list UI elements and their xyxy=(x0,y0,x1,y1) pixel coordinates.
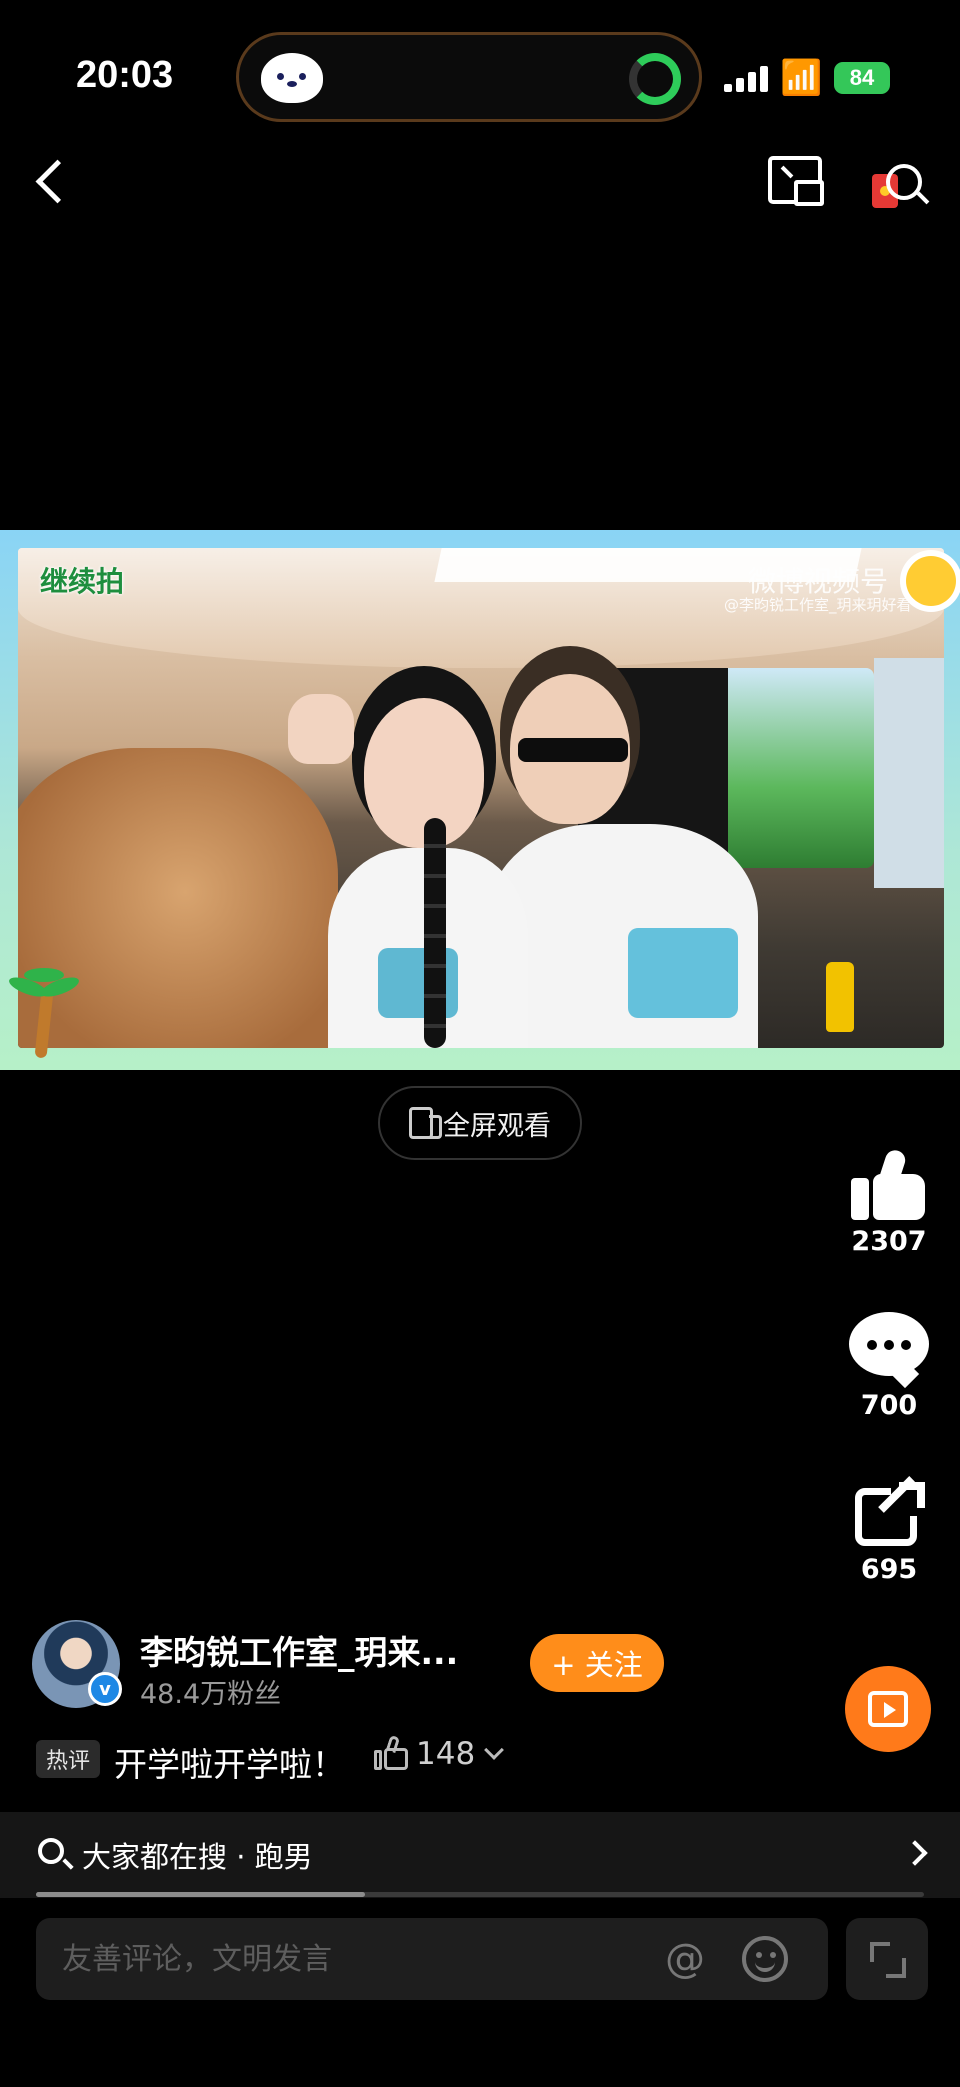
follow-button[interactable]: + 关注 xyxy=(530,1634,664,1692)
share-icon xyxy=(851,1476,927,1548)
trending-search-bar[interactable]: 大家都在搜 · 跑男 xyxy=(0,1812,960,1898)
share-count: 695 xyxy=(860,1554,918,1585)
hot-comment-tag: 热评 xyxy=(36,1740,100,1778)
dynamic-island xyxy=(236,32,702,122)
thumbs-up-outline-icon xyxy=(374,1734,410,1772)
fullscreen-label: 全屏观看 xyxy=(443,1110,551,1142)
palm-tree-sticker-icon xyxy=(4,960,84,1060)
back-button[interactable] xyxy=(28,152,68,212)
play-video-icon xyxy=(868,1691,908,1727)
red-packet-search-icon[interactable] xyxy=(872,156,930,212)
sun-sticker-icon xyxy=(906,556,956,606)
like-button[interactable]: 2307 xyxy=(844,1147,934,1257)
expand-input-button[interactable] xyxy=(846,1918,928,2000)
trending-search-text: 大家都在搜 · 跑男 xyxy=(82,1840,313,1874)
video-call-button[interactable] xyxy=(845,1666,931,1752)
hot-comment-like-count: 148 xyxy=(416,1736,476,1772)
video-watermark-credit: @李昀锐工作室_玥来玥好看 xyxy=(724,596,912,614)
comment-bubble-icon xyxy=(849,1312,929,1389)
mascot-icon xyxy=(261,53,323,103)
signal-icon xyxy=(724,66,768,92)
comment-input-box[interactable]: @ xyxy=(36,1918,828,2000)
comment-button[interactable]: 700 xyxy=(844,1312,934,1421)
author-name[interactable]: 李昀锐工作室_玥来... xyxy=(140,1626,458,1674)
chevron-down-icon xyxy=(484,1740,505,1760)
rotate-phone-icon xyxy=(409,1107,442,1139)
video-frame xyxy=(18,548,944,1048)
wifi-icon: 📶 xyxy=(780,58,823,98)
playback-progress-fill xyxy=(36,1892,365,1897)
emoji-icon[interactable] xyxy=(742,1936,788,1982)
mention-icon[interactable]: @ xyxy=(662,1936,708,1982)
video-watermark-left: 继续拍 xyxy=(40,565,125,598)
share-button[interactable]: 695 xyxy=(844,1476,934,1585)
playback-progress-bar[interactable] xyxy=(36,1892,924,1897)
like-count: 2307 xyxy=(851,1226,927,1257)
thumbs-up-icon xyxy=(851,1147,927,1220)
status-time: 20:03 xyxy=(76,54,174,96)
hot-comment-like[interactable]: 148 xyxy=(374,1734,505,1772)
verified-badge-icon: v xyxy=(88,1672,122,1706)
battery-indicator: 84 xyxy=(834,62,890,94)
comment-count: 700 xyxy=(860,1390,918,1421)
progress-ring-icon xyxy=(629,53,681,105)
fullscreen-button[interactable]: 全屏观看 xyxy=(378,1086,582,1160)
picture-in-picture-icon[interactable] xyxy=(768,156,824,206)
hot-comment-text[interactable]: 开学啦开学啦！ xyxy=(114,1738,345,1786)
author-fans: 48.4万粉丝 xyxy=(140,1679,282,1710)
search-icon xyxy=(38,1838,64,1864)
chevron-right-icon xyxy=(902,1840,928,1866)
comment-input[interactable] xyxy=(62,1932,662,1986)
